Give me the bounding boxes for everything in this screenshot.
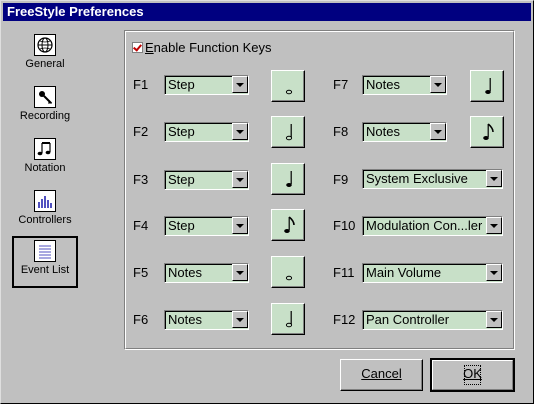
f11-action-select[interactable]: Main Volume xyxy=(362,263,503,283)
sidebar-item-event-list[interactable]: Event List xyxy=(12,236,78,288)
ok-button-label: OK xyxy=(463,366,482,381)
sidebar-item-label: Recording xyxy=(19,110,71,122)
f2-action-select[interactable]: Step xyxy=(164,122,249,142)
fkey-label-f6: F6 xyxy=(133,312,149,327)
f4-note-button[interactable] xyxy=(271,209,305,241)
chevron-down-icon[interactable] xyxy=(430,123,446,140)
f7-action-value: Notes xyxy=(366,77,400,92)
f12-action-select[interactable]: Pan Controller xyxy=(362,310,503,330)
f4-action-value: Step xyxy=(168,218,195,233)
chevron-down-icon[interactable] xyxy=(486,264,502,281)
half-note-stem-icon xyxy=(285,124,293,141)
half-note-icon xyxy=(285,89,293,95)
chevron-down-icon[interactable] xyxy=(232,171,248,188)
chevron-down-icon[interactable] xyxy=(486,217,502,234)
fkey-label-f11: F11 xyxy=(333,265,355,280)
chevron-down-icon[interactable] xyxy=(430,76,446,93)
fkey-label-f5: F5 xyxy=(133,265,149,280)
sidebar-item-label: Controllers xyxy=(18,214,72,226)
f6-note-button[interactable] xyxy=(271,303,305,335)
sidebar-item-general[interactable]: General xyxy=(12,30,78,80)
f9-action-select[interactable]: System Exclusive xyxy=(362,169,503,189)
f1-note-button[interactable] xyxy=(271,70,305,102)
fkey-label-f1: F1 xyxy=(133,77,149,92)
f11-action-value: Main Volume xyxy=(366,265,442,280)
music-notes-icon xyxy=(34,138,56,160)
chevron-down-icon[interactable] xyxy=(232,123,248,140)
chevron-down-icon[interactable] xyxy=(486,311,502,328)
sidebar-item-notation[interactable]: Notation xyxy=(12,134,78,184)
preferences-dialog: FreeStyle Preferences General Recording xyxy=(0,0,534,404)
f12-action-value: Pan Controller xyxy=(366,312,450,327)
fkey-label-f4: F4 xyxy=(133,218,149,233)
globe-icon xyxy=(34,34,56,56)
controller-bars-icon xyxy=(34,190,56,212)
half-note-icon xyxy=(285,275,293,281)
f2-note-button[interactable] xyxy=(271,116,305,148)
sidebar-item-label: Event List xyxy=(20,264,70,276)
f7-action-select[interactable]: Notes xyxy=(362,75,447,95)
eighth-note-icon xyxy=(284,216,295,233)
f5-action-select[interactable]: Notes xyxy=(164,263,249,283)
cancel-button-label: Cancel xyxy=(361,366,402,381)
f5-note-button[interactable] xyxy=(271,256,305,288)
quarter-note-icon xyxy=(286,171,292,187)
ok-button[interactable]: OK xyxy=(430,358,515,392)
f9-action-value: System Exclusive xyxy=(366,171,468,186)
f8-note-button[interactable] xyxy=(470,116,504,148)
chevron-down-icon[interactable] xyxy=(232,264,248,281)
f3-action-select[interactable]: Step xyxy=(164,170,249,190)
half-note-stem-icon xyxy=(285,311,293,328)
checkbox-checked-icon[interactable] xyxy=(132,42,143,53)
f8-action-value: Notes xyxy=(366,124,400,139)
f10-action-select[interactable]: Modulation Con...ler xyxy=(362,216,503,236)
f1-action-select[interactable]: Step xyxy=(164,75,249,95)
fkey-label-f3: F3 xyxy=(133,172,149,187)
fkey-label-f8: F8 xyxy=(333,124,349,139)
f8-action-select[interactable]: Notes xyxy=(362,122,447,142)
sidebar-item-recording[interactable]: Recording xyxy=(12,82,78,132)
f10-action-value: Modulation Con...ler xyxy=(366,218,483,233)
f5-action-value: Notes xyxy=(168,265,202,280)
chevron-down-icon[interactable] xyxy=(232,217,248,234)
eighth-note-icon xyxy=(483,123,494,140)
fkey-label-f10: F10 xyxy=(333,218,356,233)
fkey-label-f2: F2 xyxy=(133,124,149,139)
f3-action-value: Step xyxy=(168,172,195,187)
fkey-label-f7: F7 xyxy=(333,77,349,92)
chevron-down-icon[interactable] xyxy=(232,311,248,328)
microphone-icon xyxy=(34,86,56,108)
chevron-down-icon[interactable] xyxy=(232,76,248,93)
sidebar-item-controllers[interactable]: Controllers xyxy=(12,186,78,236)
enable-function-keys-label: Enable Function Keys xyxy=(145,40,272,55)
f2-action-value: Step xyxy=(168,124,195,139)
cancel-button[interactable]: Cancel xyxy=(340,359,423,391)
sidebar-item-label: Notation xyxy=(24,162,66,174)
f6-action-select[interactable]: Notes xyxy=(164,310,249,330)
list-icon xyxy=(34,240,56,262)
fkey-label-f9: F9 xyxy=(333,172,349,187)
quarter-note-icon xyxy=(485,78,491,94)
f1-action-value: Step xyxy=(168,77,195,92)
chevron-down-icon[interactable] xyxy=(486,170,502,187)
fkey-label-f12: F12 xyxy=(333,312,356,327)
f6-action-value: Notes xyxy=(168,312,202,327)
f3-note-button[interactable] xyxy=(271,163,305,195)
window-title: FreeStyle Preferences xyxy=(3,3,531,21)
f4-action-select[interactable]: Step xyxy=(164,216,249,236)
f7-note-button[interactable] xyxy=(470,70,504,102)
sidebar-item-label: General xyxy=(25,58,65,70)
